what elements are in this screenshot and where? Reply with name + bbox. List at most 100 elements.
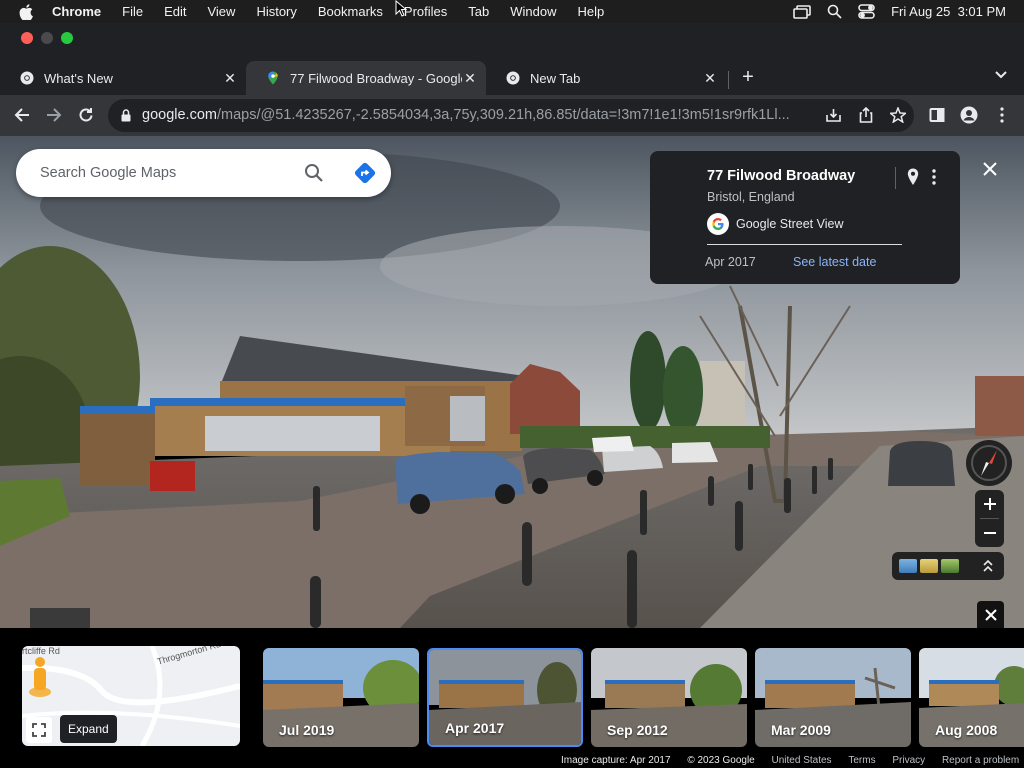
share-icon[interactable]: [859, 107, 873, 123]
tab-label: New Tab: [530, 70, 581, 86]
layer-thumb-sky: [899, 559, 917, 573]
control-center-icon[interactable]: [858, 4, 875, 19]
pegman-icon[interactable]: [28, 656, 52, 698]
fullscreen-icon: [32, 723, 46, 737]
tab-whats-new[interactable]: What's New ✕: [0, 61, 246, 95]
provider-label: Google Street View: [736, 217, 844, 231]
plus-icon: [983, 498, 996, 510]
layer-thumb-field: [920, 559, 938, 573]
menubar-clock[interactable]: Fri Aug 25 3:01 PM: [891, 4, 1006, 19]
screen-mirroring-icon[interactable]: [793, 4, 811, 19]
street-view-info-card: 77 Filwood Broadway Bristol, England Goo…: [650, 151, 960, 284]
spotlight-search-icon[interactable]: [827, 4, 842, 19]
compass-button[interactable]: [966, 440, 1012, 486]
close-street-view-button[interactable]: [976, 155, 1004, 183]
timeline-thumb-mar-2009[interactable]: Mar 2009: [755, 648, 911, 747]
maps-footer: Image capture: Apr 2017 © 2023 Google Un…: [547, 755, 1019, 768]
map-pin-icon[interactable]: [907, 168, 919, 186]
menu-app-chrome[interactable]: Chrome: [52, 4, 101, 19]
report-problem-link[interactable]: Report a problem: [942, 755, 1019, 766]
menu-edit[interactable]: Edit: [164, 4, 186, 19]
menu-bookmarks[interactable]: Bookmarks: [318, 4, 383, 19]
tab-separator: [728, 71, 729, 89]
tab-close-icon[interactable]: ✕: [222, 70, 238, 86]
back-button[interactable]: [10, 103, 34, 127]
directions-icon[interactable]: [354, 162, 376, 184]
profile-avatar-icon: [960, 106, 978, 124]
bookmark-star-icon[interactable]: [890, 107, 906, 123]
reload-button[interactable]: [74, 103, 98, 127]
expand-tooltip: Expand: [60, 715, 117, 743]
place-subtitle: Bristol, England: [707, 190, 795, 204]
menu-profiles[interactable]: Profiles: [404, 4, 447, 19]
menu-tab[interactable]: Tab: [468, 4, 489, 19]
menu-file[interactable]: File: [122, 4, 143, 19]
maps-search-box[interactable]: Search Google Maps: [16, 149, 391, 197]
card-divider: [707, 244, 902, 245]
window-close-button[interactable]: [21, 32, 33, 44]
side-panel-button[interactable]: [925, 103, 949, 127]
address-bar[interactable]: google.com/maps/@51.4235267,-2.5854034,3…: [108, 99, 914, 132]
mini-map[interactable]: rtcliffe Rd Throgmorton Rd Expand: [22, 646, 240, 746]
zoom-in-button[interactable]: [975, 490, 1004, 518]
install-app-icon[interactable]: [826, 108, 841, 123]
compass-icon: [971, 445, 1007, 481]
privacy-link[interactable]: Privacy: [892, 755, 925, 766]
window-titlebar: [0, 23, 1024, 57]
double-chevron-up-icon: [983, 559, 993, 572]
arrow-right-icon: [47, 108, 62, 122]
expand-button[interactable]: [26, 717, 52, 743]
maps-pin-icon: [268, 71, 278, 85]
menu-help[interactable]: Help: [578, 4, 605, 19]
more-options-icon[interactable]: [932, 169, 936, 185]
tab-new-tab[interactable]: New Tab ✕: [486, 61, 726, 95]
side-panel-icon: [929, 108, 945, 122]
terms-link[interactable]: Terms: [848, 755, 875, 766]
see-latest-date-link[interactable]: See latest date: [793, 255, 876, 269]
timeline-thumb-aug-2008[interactable]: Aug 2008: [919, 648, 1024, 747]
url-text[interactable]: google.com/maps/@51.4235267,-2.5854034,3…: [142, 107, 822, 123]
forward-button[interactable]: [42, 103, 66, 127]
zoom-out-button[interactable]: [975, 519, 1004, 547]
window-minimize-button[interactable]: [41, 32, 53, 44]
chrome-icon: [506, 71, 520, 85]
menu-window[interactable]: Window: [510, 4, 556, 19]
tab-close-icon[interactable]: ✕: [702, 70, 718, 86]
window-zoom-button[interactable]: [61, 32, 73, 44]
mouse-cursor-icon: [395, 0, 407, 17]
profile-button[interactable]: [957, 103, 981, 127]
menu-view[interactable]: View: [207, 4, 235, 19]
card-divider: [895, 167, 896, 189]
close-icon: [984, 608, 997, 621]
road-label: rtcliffe Rd: [22, 646, 60, 656]
new-tab-plus-icon[interactable]: +: [738, 67, 758, 87]
timeline-thumb-jul-2019[interactable]: Jul 2019: [263, 648, 419, 747]
capture-date: Apr 2017: [705, 255, 756, 269]
tab-strip: What's New ✕ 77 Filwood Broadway - Googl…: [0, 57, 1024, 95]
search-input[interactable]: Search Google Maps: [40, 165, 176, 181]
close-timeline-button[interactable]: [977, 601, 1004, 628]
lock-icon[interactable]: [121, 109, 131, 122]
timeline-thumb-sep-2012[interactable]: Sep 2012: [591, 648, 747, 747]
place-title[interactable]: 77 Filwood Broadway: [707, 168, 855, 184]
menu-history[interactable]: History: [256, 4, 296, 19]
imagery-layers-toggle[interactable]: [892, 552, 1004, 580]
chrome-menu-button[interactable]: [990, 103, 1014, 127]
tab-77-filwood-broadway[interactable]: 77 Filwood Broadway - Google ✕: [246, 61, 486, 95]
kebab-menu-icon: [1000, 107, 1004, 123]
chrome-icon: [20, 71, 34, 85]
timeline-date-label: Jul 2019: [279, 722, 335, 738]
browser-toolbar: google.com/maps/@51.4235267,-2.5854034,3…: [0, 95, 1024, 136]
timeline-thumb-apr-2017[interactable]: Apr 2017: [427, 648, 583, 747]
arrow-left-icon: [14, 108, 29, 122]
tab-close-icon[interactable]: ✕: [462, 70, 478, 86]
timeline-date-label: Apr 2017: [445, 720, 505, 736]
search-icon[interactable]: [304, 163, 324, 183]
apple-icon[interactable]: [19, 3, 33, 20]
url-domain: google.com: [142, 107, 217, 123]
image-capture-text: Image capture: Apr 2017: [561, 755, 671, 766]
tab-search-chevron-icon[interactable]: [995, 71, 1007, 79]
timeline-date-label: Aug 2008: [935, 722, 998, 738]
region-link[interactable]: United States: [772, 755, 832, 766]
google-logo-icon: [707, 213, 729, 235]
